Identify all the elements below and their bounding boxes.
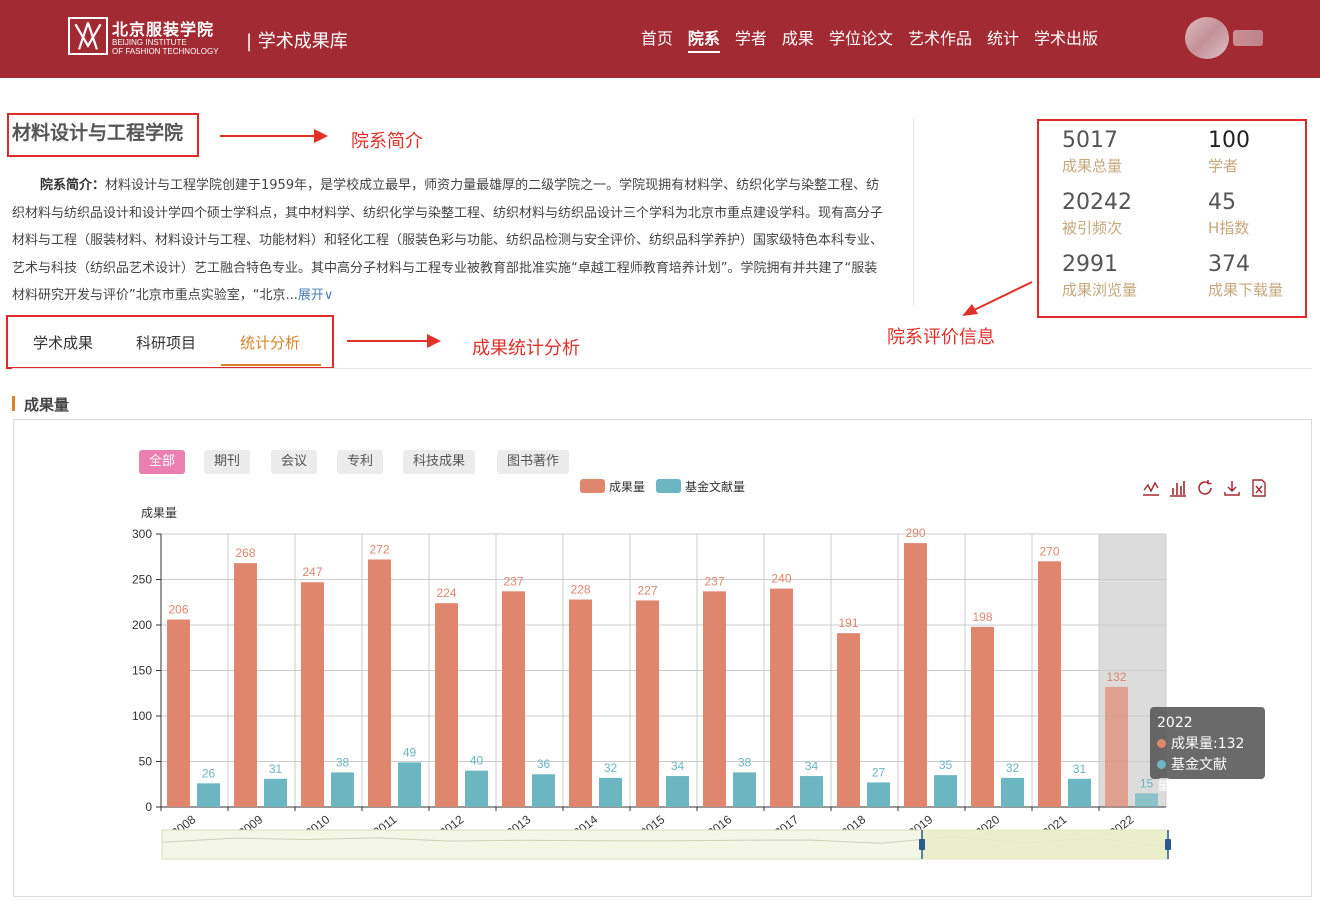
data-label: 198 [972, 610, 992, 624]
bar-funded [1001, 777, 1024, 807]
data-label: 27 [872, 765, 886, 779]
y-tick-label: 250 [132, 573, 152, 587]
chart-tooltip: 2022 成果量:132 基金文献量:15 [1150, 707, 1265, 794]
bar-funded [197, 783, 220, 807]
bar-outputs [301, 582, 324, 807]
tooltip-title: 2022 [1157, 715, 1193, 731]
bar-outputs [1038, 561, 1061, 807]
data-label: 32 [1006, 761, 1020, 775]
data-label: 31 [269, 762, 283, 776]
bar-outputs [234, 563, 257, 807]
data-label: 224 [436, 586, 456, 600]
y-tick-label: 200 [132, 618, 152, 632]
data-label: 206 [168, 603, 188, 617]
bar-funded [867, 782, 890, 807]
bar-outputs [1105, 686, 1128, 807]
bar-funded [465, 770, 488, 807]
zoom-slider-grip [919, 839, 925, 850]
data-label: 237 [704, 574, 724, 588]
data-label: 247 [302, 565, 322, 579]
bar-funded [331, 772, 354, 807]
bar-outputs [703, 591, 726, 807]
bar-funded [532, 774, 555, 807]
bar-funded [1068, 778, 1091, 807]
data-label: 290 [905, 526, 925, 540]
y-tick-label: 150 [132, 664, 152, 678]
bar-chart[interactable]: 0 50 100 150 200 250 300 成果量 206 268 247 272 224 237 2… [0, 0, 1320, 901]
bar-outputs [837, 633, 860, 807]
y-tick-label: 300 [132, 527, 152, 541]
bar-funded [733, 772, 756, 807]
bar-funded [1135, 793, 1158, 807]
zoom-slider-selection [922, 830, 1168, 859]
data-label: 26 [202, 766, 216, 780]
y-tick-label: 100 [132, 709, 152, 723]
data-label: 191 [838, 616, 858, 630]
data-label: 270 [1039, 544, 1059, 558]
bar-outputs [971, 626, 994, 807]
bar-outputs [770, 588, 793, 807]
bar-outputs [368, 559, 391, 807]
data-label: 38 [738, 755, 752, 769]
bar-outputs [569, 599, 592, 807]
bar-outputs [435, 603, 458, 807]
bar-outputs [502, 591, 525, 807]
y-tick-label: 50 [139, 755, 153, 769]
data-label: 240 [771, 572, 791, 586]
data-label: 227 [637, 583, 657, 597]
data-label: 237 [503, 574, 523, 588]
zoom-slider-grip [1165, 839, 1171, 850]
y-tick-label: 0 [145, 800, 152, 814]
tooltip-line-funded: 基金文献量:15 [1157, 757, 1227, 794]
data-label: 49 [403, 745, 417, 759]
data-label: 34 [671, 759, 685, 773]
bar-outputs [636, 600, 659, 807]
data-label: 35 [939, 758, 953, 772]
y-axis-label: 成果量 [141, 506, 177, 520]
data-label: 31 [1073, 762, 1087, 776]
bar-funded [800, 776, 823, 807]
bar-funded [264, 778, 287, 807]
data-label: 32 [604, 761, 618, 775]
bar-funded [934, 775, 957, 807]
data-label: 40 [470, 754, 484, 768]
bar-outputs [167, 619, 190, 807]
data-label: 36 [537, 757, 551, 771]
bar-funded [599, 777, 622, 807]
data-label: 228 [570, 583, 590, 597]
tooltip-line-outputs: 成果量:132 [1157, 734, 1258, 755]
data-label: 38 [336, 755, 350, 769]
data-label: 132 [1106, 670, 1126, 684]
data-label: 272 [369, 542, 389, 556]
data-label: 268 [235, 546, 255, 560]
bar-funded [666, 776, 689, 807]
bar-outputs [904, 543, 927, 807]
data-label: 34 [805, 759, 819, 773]
bar-funded [398, 762, 421, 807]
